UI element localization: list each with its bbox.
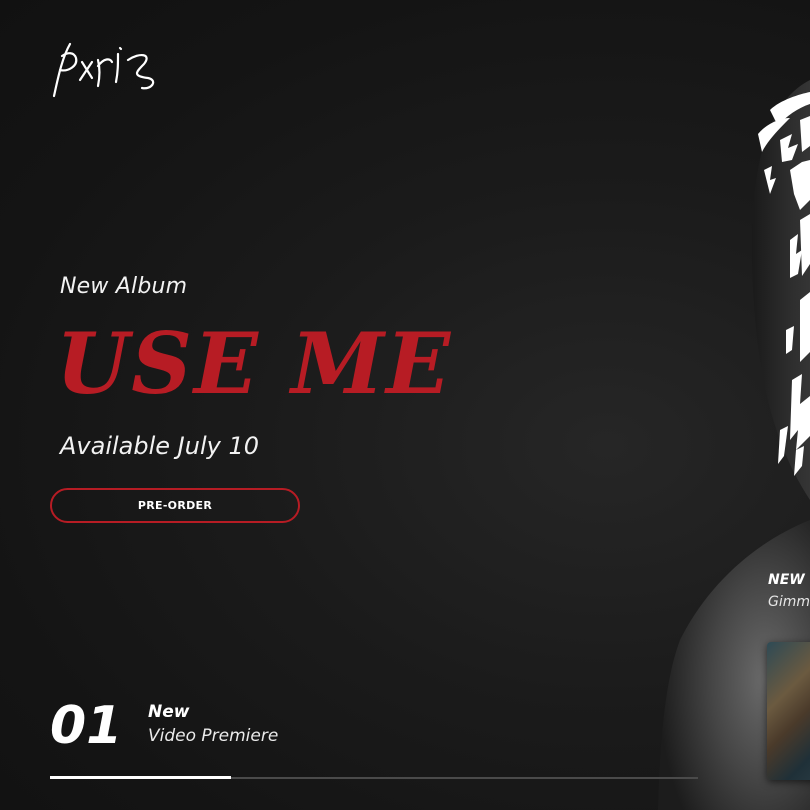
signature-logo[interactable]: [48, 38, 168, 102]
slide-progress-track[interactable]: [50, 776, 698, 779]
side-news-card[interactable]: NEW Gimm: [768, 572, 810, 610]
hero-eyebrow: New Album: [60, 274, 188, 299]
album-thumbnail[interactable]: [767, 642, 810, 780]
pre-order-button[interactable]: PRE-ORDER: [50, 488, 300, 523]
new-badge: NEW: [768, 572, 805, 588]
slide-label-line2: Video Premiere: [148, 726, 279, 746]
slide-number: 01: [50, 696, 123, 756]
album-title: USE ME: [56, 314, 453, 413]
release-date: Available July 10: [60, 432, 259, 460]
side-card-title: Gimm: [768, 594, 810, 610]
slide-label[interactable]: New Video Premiere: [148, 702, 278, 746]
slide-label-line1: New: [148, 702, 190, 722]
slide-progress-fill: [50, 776, 232, 779]
hero-stage: New Album USE ME Available July 10 PRE-O…: [0, 0, 810, 810]
